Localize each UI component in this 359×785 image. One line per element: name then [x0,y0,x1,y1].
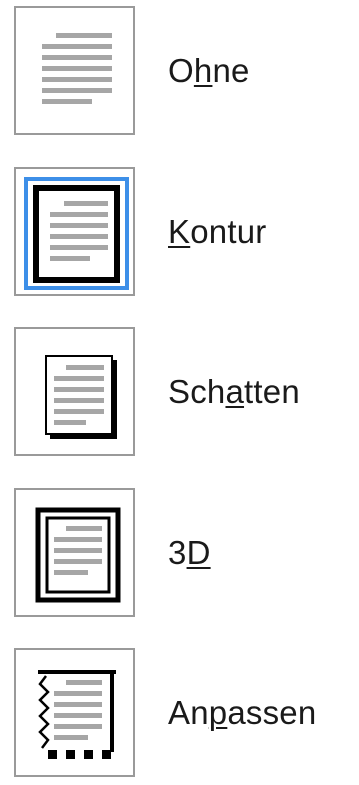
border-option-schatten[interactable]: Schatten [14,327,344,460]
border-option-label-kontur: Kontur [168,213,267,250]
border-option-label-anpassen: Anpassen [168,694,317,731]
border-shadow-button[interactable] [14,327,135,456]
border-option-3d[interactable]: 3D [14,488,344,621]
border-custom-button[interactable] [14,648,135,777]
border-shadow-icon [45,355,117,439]
border-none-icon [42,33,112,104]
border-3d-icon [35,507,121,603]
border-3d-button[interactable] [14,488,135,617]
border-option-kontur[interactable]: Kontur [14,167,344,300]
border-custom-icon [38,670,116,759]
border-option-label-ohne: Ohne [168,52,250,89]
border-option-label-schatten: Schatten [168,373,300,410]
border-option-ohne[interactable]: Ohne [14,6,344,139]
border-option-anpassen[interactable]: Anpassen [14,648,344,781]
border-box-icon [24,177,129,290]
border-box-button[interactable] [14,167,135,296]
border-option-label-3d: 3D [168,534,211,571]
border-none-button[interactable] [14,6,135,135]
